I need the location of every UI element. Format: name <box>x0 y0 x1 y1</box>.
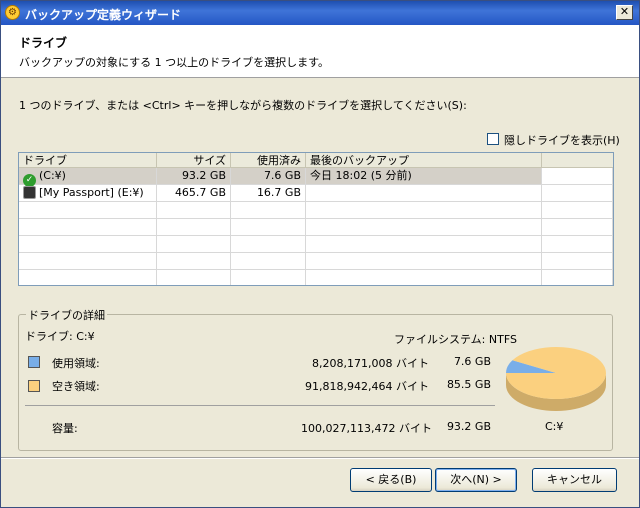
empty-cell <box>231 219 306 235</box>
last-backup-cell: 今日 18:02 (5 分前) <box>306 168 542 184</box>
back-button[interactable]: < 戻る(B) <box>350 468 432 492</box>
close-button[interactable]: ✕ <box>616 5 633 20</box>
empty-cell <box>306 202 542 218</box>
empty-cell <box>306 270 542 285</box>
empty-row <box>19 219 613 236</box>
column-header-used[interactable]: 使用済み <box>231 153 306 168</box>
empty-cell <box>157 202 231 218</box>
filler-cell <box>542 168 613 184</box>
cancel-button[interactable]: キャンセル <box>532 468 617 492</box>
filler-cell <box>542 185 613 201</box>
empty-row <box>19 202 613 219</box>
used-cell: 7.6 GB <box>231 168 306 184</box>
details-separator <box>25 405 495 406</box>
empty-cell <box>157 270 231 285</box>
empty-cell <box>157 253 231 269</box>
empty-cell <box>542 236 613 252</box>
used-space-label: 使用領域: <box>52 357 100 370</box>
window-title: バックアップ定義ウィザード <box>25 8 182 22</box>
drive-details-legend: ドライブの詳細 <box>26 307 107 323</box>
empty-row <box>19 270 613 285</box>
last-backup-cell <box>306 185 542 201</box>
empty-cell <box>542 202 613 218</box>
capacity-size: 93.2 GB <box>446 420 491 433</box>
empty-cell <box>19 270 157 285</box>
instruction-text: 1 つのドライブ、または <Ctrl> キーを押しながら複数のドライブを選択して… <box>19 99 467 112</box>
column-header-size[interactable]: サイズ <box>157 153 231 168</box>
empty-cell <box>542 270 613 285</box>
size-cell: 465.7 GB <box>157 185 231 201</box>
footer-separator <box>1 457 639 459</box>
free-space-size: 85.5 GB <box>446 378 491 391</box>
app-icon: ⚙ <box>5 5 20 20</box>
size-cell: 93.2 GB <box>157 168 231 184</box>
column-header-filler <box>542 153 613 168</box>
filesystem-label: ファイルシステム: NTFS <box>394 333 517 346</box>
empty-cell <box>19 219 157 235</box>
empty-cell <box>231 202 306 218</box>
capacity-label: 容量: <box>52 422 78 435</box>
empty-cell <box>19 202 157 218</box>
used-cell: 16.7 GB <box>231 185 306 201</box>
empty-cell <box>306 253 542 269</box>
empty-cell <box>231 270 306 285</box>
detail-drive-label: ドライブ: C:¥ <box>25 330 95 343</box>
page-title: ドライブ <box>19 36 68 50</box>
drive-cell: ✓ (C:¥) <box>19 168 157 187</box>
disk-usage-pie-chart <box>506 346 606 411</box>
free-space-swatch <box>28 380 40 392</box>
wizard-header: ドライブ バックアップの対象にする 1 つ以上のドライブを選択します。 <box>1 25 639 78</box>
empty-cell <box>157 219 231 235</box>
empty-cell <box>19 236 157 252</box>
drive-cell: [My Passport] (E:¥) <box>19 185 157 201</box>
capacity-bytes: 100,027,113,472 バイト <box>301 422 432 435</box>
empty-cell <box>19 253 157 269</box>
next-button[interactable]: 次へ(N) > <box>435 468 517 492</box>
empty-cell <box>231 253 306 269</box>
hard-drive-icon <box>23 186 36 199</box>
show-hidden-drives-label[interactable]: 隠しドライブを表示(H) <box>504 132 620 148</box>
empty-cell <box>306 236 542 252</box>
column-header-last-backup[interactable]: 最後のバックアップ <box>306 153 542 168</box>
drive-name: [My Passport] (E:¥) <box>39 186 144 199</box>
page-subtitle: バックアップの対象にする 1 つ以上のドライブを選択します。 <box>19 56 329 69</box>
empty-row <box>19 253 613 270</box>
empty-cell <box>157 236 231 252</box>
empty-cell <box>542 219 613 235</box>
backup-wizard-window: ⚙ バックアップ定義ウィザード ✕ ドライブ バックアップの対象にする 1 つ以… <box>0 0 640 508</box>
drive-name: (C:¥) <box>39 169 66 182</box>
pie-caption: C:¥ <box>545 420 564 433</box>
used-space-bytes: 8,208,171,008 バイト <box>312 357 429 370</box>
title-bar: ⚙ バックアップ定義ウィザード ✕ <box>1 1 639 25</box>
empty-row <box>19 236 613 253</box>
drive-row-e[interactable]: [My Passport] (E:¥) 465.7 GB 16.7 GB <box>19 185 613 202</box>
empty-cell <box>231 236 306 252</box>
used-space-size: 7.6 GB <box>453 355 491 368</box>
used-space-swatch <box>28 356 40 368</box>
drive-list[interactable]: ドライブ サイズ 使用済み 最後のバックアップ ✓ (C:¥) 93.2 GB 7… <box>18 152 614 286</box>
drive-row-c[interactable]: ✓ (C:¥) 93.2 GB 7.6 GB 今日 18:02 (5 分前) <box>19 168 613 187</box>
column-header-drive[interactable]: ドライブ <box>19 153 157 168</box>
show-hidden-drives-checkbox[interactable] <box>487 133 499 145</box>
empty-cell <box>306 219 542 235</box>
empty-cell <box>542 253 613 269</box>
free-space-label: 空き領域: <box>52 380 100 393</box>
free-space-bytes: 91,818,942,464 バイト <box>305 380 429 393</box>
